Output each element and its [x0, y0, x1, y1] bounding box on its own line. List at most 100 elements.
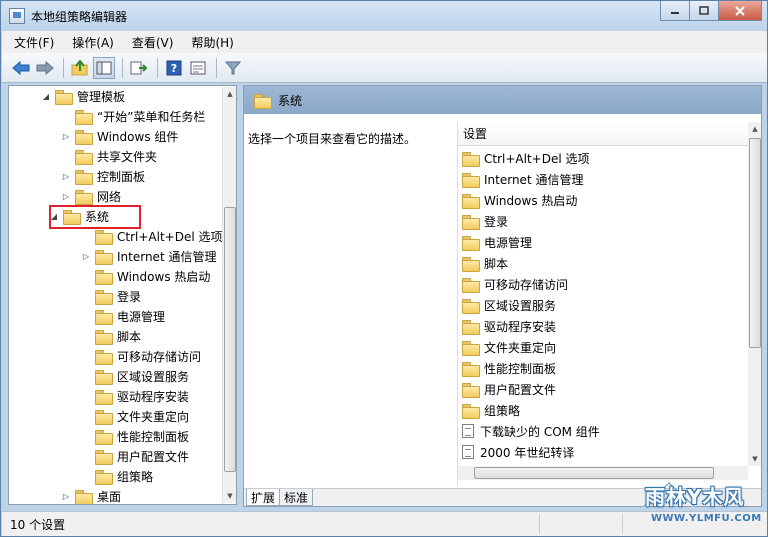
- back-button[interactable]: [10, 57, 32, 79]
- scroll-down-icon[interactable]: ▼: [749, 452, 761, 466]
- folder-icon: [75, 169, 93, 185]
- filter-button[interactable]: [222, 57, 244, 79]
- list-item[interactable]: 电源管理: [462, 232, 532, 252]
- folder-icon: [75, 109, 93, 125]
- folder-icon: [462, 361, 480, 377]
- properties-button[interactable]: [187, 57, 209, 79]
- list-item[interactable]: Ctrl+Alt+Del 选项: [462, 148, 589, 168]
- list-item-label: 区域设置服务: [484, 298, 557, 313]
- scroll-down-icon[interactable]: ▼: [224, 489, 236, 503]
- tree-item[interactable]: 组策略: [81, 466, 153, 486]
- tree-item[interactable]: ▷ Internet 通信管理: [81, 246, 216, 266]
- tree-item[interactable]: 文件夹重定向: [81, 406, 189, 426]
- list-item[interactable]: 登录: [462, 211, 508, 231]
- details-header: 系统: [244, 86, 761, 114]
- svg-text:?: ?: [171, 62, 177, 75]
- export-list-button[interactable]: [128, 57, 150, 79]
- list-item-label: Internet 通信管理: [484, 172, 584, 187]
- minimize-icon: [671, 11, 679, 14]
- tree-item[interactable]: 脚本: [81, 326, 141, 346]
- show-tree-icon: [96, 61, 112, 74]
- expand-toggle-icon[interactable]: ▷: [61, 132, 71, 141]
- list-item[interactable]: 组策略: [462, 400, 520, 420]
- tree-item[interactable]: ▷ 桌面: [61, 486, 121, 504]
- tree-item-label: 组策略: [117, 469, 154, 484]
- tree-item[interactable]: 性能控制面板: [81, 426, 189, 446]
- tree-item-label: Windows 组件: [97, 129, 179, 144]
- tree-item[interactable]: 登录: [81, 286, 141, 306]
- list-vertical-scrollbar[interactable]: ▲ ▼: [748, 122, 761, 466]
- tree-vertical-scrollbar[interactable]: ▲ ▼: [222, 87, 236, 503]
- watermark-url: WWW.YLMFU.COM: [651, 513, 762, 524]
- group-policy-editor-window: 本地组策略编辑器 文件(F) 操作(A) 查看(V) 帮助(H) ? ◢ 管理模…: [0, 0, 768, 537]
- tree-item[interactable]: Ctrl+Alt+Del 选项: [81, 226, 222, 246]
- expand-toggle-icon[interactable]: ◢: [41, 92, 51, 101]
- tree-item[interactable]: 电源管理: [81, 306, 165, 326]
- scroll-thumb[interactable]: [224, 207, 236, 472]
- list-item-label: 2000 年世纪转译: [480, 445, 575, 460]
- tree-item[interactable]: ▷ 网络: [61, 186, 121, 206]
- expand-toggle-icon[interactable]: ▷: [81, 252, 91, 261]
- help-button[interactable]: ?: [163, 57, 185, 79]
- menu-help[interactable]: 帮助(H): [191, 34, 233, 51]
- back-arrow-icon: [12, 60, 30, 75]
- folder-icon: [462, 193, 480, 209]
- show-hide-tree-button[interactable]: [93, 56, 115, 79]
- tree-item[interactable]: 区域设置服务: [81, 366, 189, 386]
- list-item[interactable]: Internet 通信管理: [462, 169, 583, 189]
- scroll-up-icon[interactable]: ▲: [749, 122, 761, 136]
- expand-toggle-icon[interactable]: ▷: [61, 492, 71, 501]
- forward-arrow-icon: [36, 60, 54, 75]
- navigation-tree[interactable]: ◢ 管理模板 “开始”菜单和任务栏 ▷ Windows 组件共享文件夹 ▷ 控制面板 ▷ 网络 ◢…: [8, 85, 237, 505]
- tree-item[interactable]: “开始”菜单和任务栏: [61, 106, 205, 126]
- folder-icon: [254, 93, 272, 109]
- list-item[interactable]: 脚本: [462, 253, 508, 273]
- column-header-settings[interactable]: 设置: [458, 122, 748, 146]
- list-item[interactable]: Windows 热启动: [462, 190, 577, 210]
- list-item[interactable]: 文件夹重定向: [462, 337, 556, 357]
- forward-button[interactable]: [34, 57, 56, 79]
- tree-item-label: 可移动存储访问: [117, 349, 202, 364]
- menu-view[interactable]: 查看(V): [132, 34, 174, 51]
- tab-extended[interactable]: 扩展: [246, 489, 281, 506]
- tab-standard[interactable]: 标准: [279, 489, 314, 506]
- list-item[interactable]: 2000 年世纪转译: [462, 442, 574, 462]
- window-controls: [660, 1, 762, 21]
- up-level-button[interactable]: [69, 57, 91, 79]
- tree-item[interactable]: 用户配置文件: [81, 446, 189, 466]
- tree-item[interactable]: Windows 热启动: [81, 266, 210, 286]
- maximize-icon: [699, 6, 709, 15]
- minimize-button[interactable]: [660, 1, 690, 21]
- title-bar[interactable]: 本地组策略编辑器: [1, 1, 767, 31]
- folder-icon: [55, 89, 73, 105]
- tree-item-label: 脚本: [117, 329, 142, 344]
- tree-item[interactable]: ◢ 管理模板: [41, 86, 125, 106]
- scroll-thumb[interactable]: [749, 138, 761, 348]
- menu-file[interactable]: 文件(F): [14, 34, 54, 51]
- folder-icon: [95, 369, 113, 385]
- settings-list[interactable]: 设置 Ctrl+Alt+Del 选项 Internet 通信管理 Windows 热…: [457, 122, 761, 486]
- close-button[interactable]: [718, 1, 762, 21]
- expand-toggle-icon[interactable]: ▷: [61, 192, 71, 201]
- tree-item[interactable]: 共享文件夹: [61, 146, 157, 166]
- maximize-button[interactable]: [689, 1, 719, 21]
- list-item[interactable]: 下载缺少的 COM 组件: [462, 421, 600, 441]
- tree-item[interactable]: ▷ Windows 组件: [61, 126, 178, 146]
- tree-item[interactable]: 可移动存储访问: [81, 346, 201, 366]
- tree-item[interactable]: ▷ 控制面板: [61, 166, 145, 186]
- list-item[interactable]: 性能控制面板: [462, 358, 556, 378]
- tree-item[interactable]: 驱动程序安装: [81, 386, 189, 406]
- list-item-label: 驱动程序安装: [484, 319, 557, 334]
- list-item[interactable]: 可移动存储访问: [462, 274, 568, 294]
- menu-action[interactable]: 操作(A): [72, 34, 114, 51]
- list-item[interactable]: 用户配置文件: [462, 379, 556, 399]
- folder-icon: [462, 256, 480, 272]
- window-title: 本地组策略编辑器: [31, 10, 128, 24]
- scroll-up-icon[interactable]: ▲: [224, 87, 236, 101]
- up-folder-icon: [71, 59, 88, 75]
- list-item[interactable]: 驱动程序安装: [462, 316, 556, 336]
- list-item-label: 下载缺少的 COM 组件: [480, 424, 600, 439]
- tree-item-label: Internet 通信管理: [117, 249, 217, 264]
- list-item[interactable]: 区域设置服务: [462, 295, 556, 315]
- expand-toggle-icon[interactable]: ▷: [61, 172, 71, 181]
